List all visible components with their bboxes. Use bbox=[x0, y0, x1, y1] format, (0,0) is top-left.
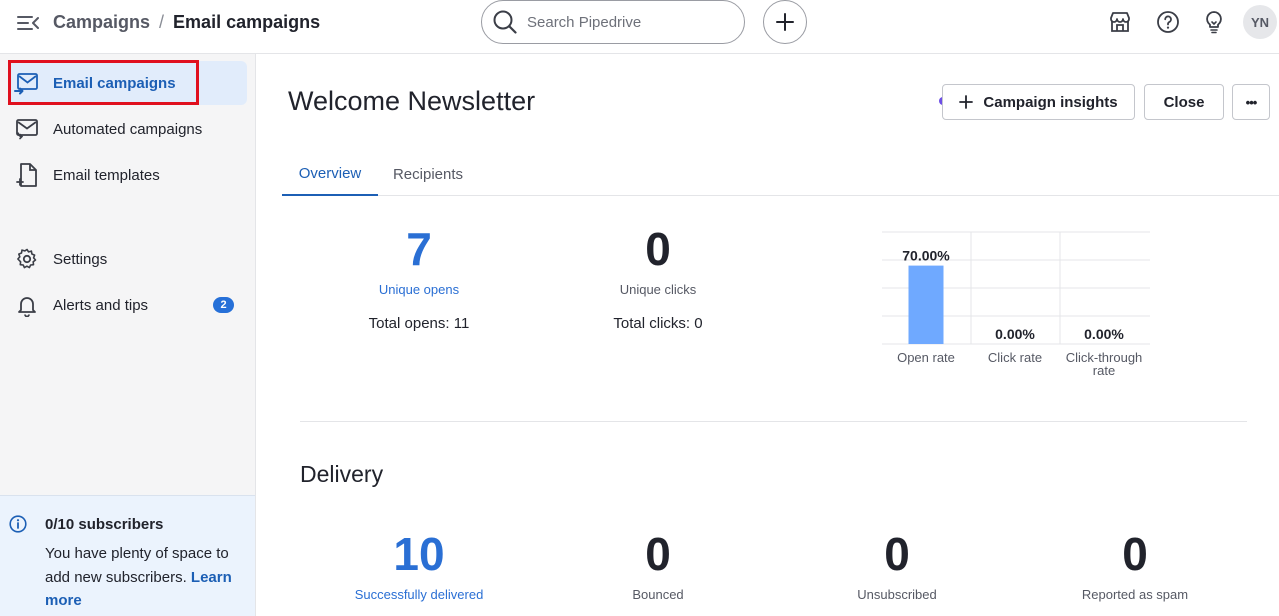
delivered-value: 10 bbox=[393, 528, 445, 580]
unique-clicks-value: 0 bbox=[645, 223, 671, 275]
tab-bar: Overview Recipients bbox=[282, 152, 1279, 196]
breadcrumb-current: Email campaigns bbox=[173, 12, 321, 32]
subscribers-count: 0/10 subscribers bbox=[45, 516, 164, 533]
sidebar-item-email-templates[interactable]: Email templates bbox=[8, 153, 247, 197]
engagement-rate-chart: 70.00%Open rate0.00%Click rate0.00%Click… bbox=[882, 231, 1150, 378]
unique-opens-value: 7 bbox=[406, 223, 432, 275]
search-icon bbox=[493, 10, 517, 34]
spam-label: Reported as spam bbox=[1081, 587, 1189, 602]
unsubscribed-metric: 0 Unsubscribed bbox=[797, 531, 997, 602]
sidebar-item-label: Email templates bbox=[53, 166, 160, 184]
search-box[interactable] bbox=[481, 0, 745, 44]
sidebar: Email campaigns Automated campaigns Emai… bbox=[0, 54, 256, 616]
template-icon bbox=[14, 163, 40, 187]
spam-metric: 0 Reported as spam bbox=[1035, 531, 1235, 602]
more-dots-icon: ••• bbox=[1245, 94, 1258, 110]
search-input[interactable] bbox=[527, 13, 727, 31]
more-options-button[interactable]: ••• bbox=[1232, 84, 1270, 120]
sidebar-item-email-campaigns[interactable]: Email campaigns bbox=[8, 61, 247, 105]
campaign-insights-label: Campaign insights bbox=[983, 93, 1118, 111]
breadcrumb-separator: / bbox=[159, 12, 165, 32]
mail-icon bbox=[14, 71, 40, 95]
bounced-metric: 0 Bounced bbox=[558, 531, 758, 602]
bounced-label: Bounced bbox=[632, 587, 684, 602]
breadcrumb: Campaigns / Email campaigns bbox=[53, 11, 320, 33]
sidebar-item-label: Alerts and tips bbox=[53, 296, 149, 314]
automation-mail-icon bbox=[14, 117, 40, 141]
sidebar-item-label: Automated campaigns bbox=[53, 120, 203, 138]
unsubscribed-value: 0 bbox=[884, 528, 910, 580]
main-content: Welcome Newsletter Campaign insights Clo… bbox=[256, 54, 1279, 616]
sidebar-item-automated-campaigns[interactable]: Automated campaigns bbox=[8, 107, 247, 151]
delivery-heading: Delivery bbox=[300, 461, 384, 487]
spam-value: 0 bbox=[1122, 528, 1148, 580]
tab-recipients[interactable]: Recipients bbox=[378, 152, 478, 196]
avatar[interactable]: YN bbox=[1243, 5, 1277, 39]
subscribers-text: You have plenty of space to add new subs… bbox=[45, 542, 245, 613]
breadcrumb-campaigns[interactable]: Campaigns bbox=[53, 11, 150, 33]
delivered-metric: 10 Successfully delivered bbox=[319, 531, 519, 602]
chart-data-label: 0.00% bbox=[1084, 326, 1124, 342]
campaign-insights-button[interactable]: Campaign insights bbox=[942, 84, 1135, 120]
tab-overview[interactable]: Overview bbox=[282, 152, 378, 196]
plus-icon bbox=[776, 13, 794, 31]
subscribers-panel: 0/10 subscribers You have plenty of spac… bbox=[0, 495, 255, 616]
close-label: Close bbox=[1163, 93, 1205, 111]
quick-add-button[interactable] bbox=[763, 0, 807, 44]
lightbulb-icon[interactable] bbox=[1201, 9, 1227, 35]
unique-clicks-metric: 0 Unique clicks Total clicks: 0 bbox=[558, 226, 758, 332]
sidebar-item-alerts[interactable]: Alerts and tips bbox=[8, 283, 247, 327]
page-title: Welcome Newsletter bbox=[288, 86, 536, 116]
total-opens: Total opens: 11 bbox=[368, 315, 470, 332]
chart-bar bbox=[908, 265, 944, 344]
alerts-count-badge: 2 bbox=[213, 297, 234, 313]
info-icon bbox=[9, 515, 27, 533]
chart-data-label: 70.00% bbox=[902, 248, 950, 264]
collapse-menu-icon[interactable] bbox=[16, 12, 40, 34]
unique-clicks-label: Unique clicks bbox=[619, 282, 697, 297]
bounced-value: 0 bbox=[645, 528, 671, 580]
marketplace-icon[interactable] bbox=[1107, 9, 1133, 35]
gear-icon bbox=[14, 247, 40, 271]
section-divider bbox=[300, 421, 1247, 422]
unsubscribed-label: Unsubscribed bbox=[857, 587, 937, 602]
sidebar-item-label: Email campaigns bbox=[53, 74, 176, 92]
chart-category-label: rate bbox=[1093, 363, 1115, 378]
chart-category-label: Open rate bbox=[897, 350, 955, 365]
bell-icon bbox=[14, 293, 40, 317]
unique-opens-metric: 7 Unique opens Total opens: 11 bbox=[319, 226, 519, 332]
total-clicks: Total clicks: 0 bbox=[613, 315, 703, 332]
help-icon[interactable] bbox=[1155, 9, 1181, 35]
chart-category-label: Click rate bbox=[988, 350, 1042, 365]
delivered-label[interactable]: Successfully delivered bbox=[319, 587, 519, 602]
chart-data-label: 0.00% bbox=[995, 326, 1035, 342]
plus-icon bbox=[959, 95, 974, 109]
sidebar-item-settings[interactable]: Settings bbox=[8, 237, 247, 281]
top-bar: Campaigns / Email campaigns YN bbox=[0, 0, 1279, 54]
close-button[interactable]: Close bbox=[1144, 84, 1224, 120]
sidebar-item-label: Settings bbox=[53, 250, 108, 268]
unique-opens-label[interactable]: Unique opens bbox=[319, 282, 519, 297]
